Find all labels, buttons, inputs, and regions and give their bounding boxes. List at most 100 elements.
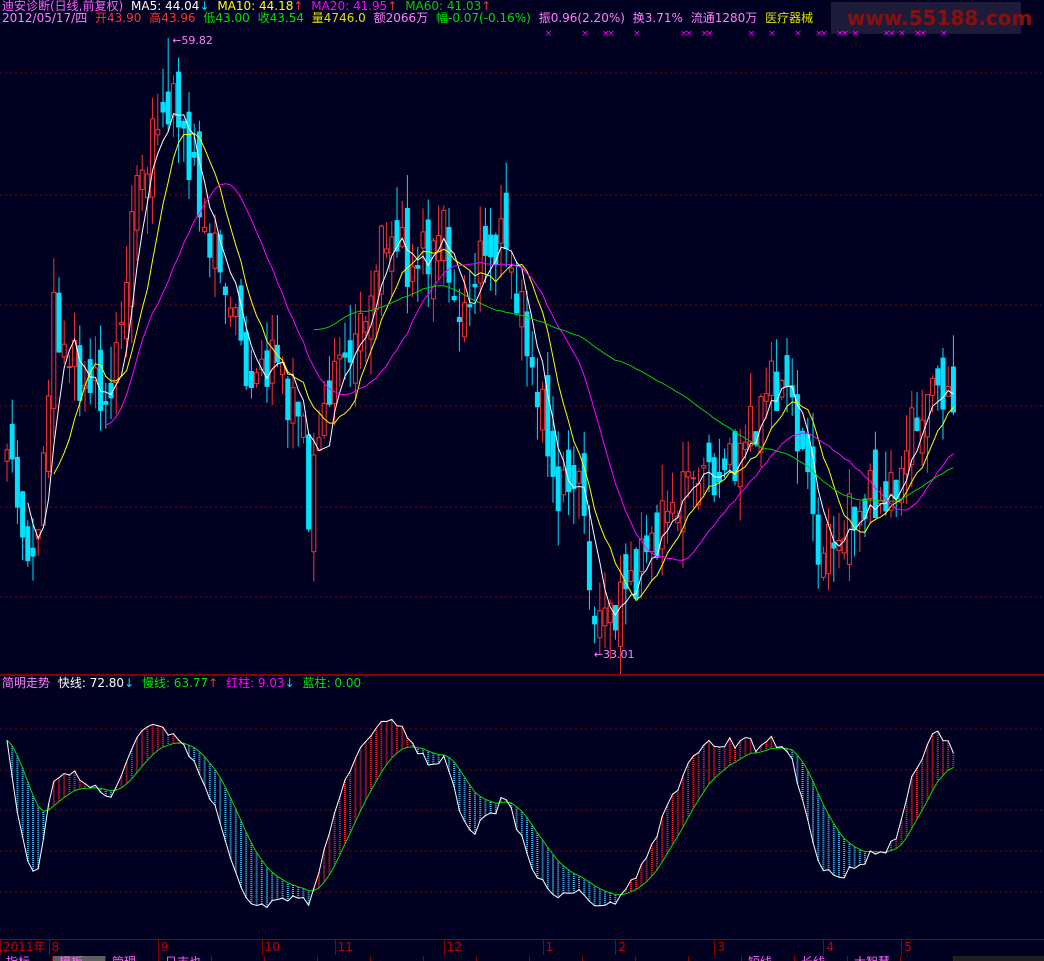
moving-averages [27, 112, 954, 617]
bottom-tab[interactable]: 管理 [106, 956, 159, 961]
month-label: 2 [615, 940, 626, 955]
candle-down [306, 434, 312, 530]
candle-down [524, 311, 530, 357]
bottom-tab[interactable] [424, 956, 477, 961]
candle-down [196, 131, 202, 218]
month-label: 8 [48, 940, 59, 955]
bottom-tab[interactable] [477, 956, 530, 961]
candle-down [415, 265, 421, 269]
candle-down [103, 401, 109, 405]
bottom-tab[interactable]: 长线 [795, 956, 848, 961]
candle-down [56, 292, 62, 353]
candle-up [867, 470, 873, 499]
signal-marker-icon: × [888, 29, 896, 39]
candle-down [108, 382, 114, 399]
candle-down [160, 102, 166, 113]
candle-down [222, 286, 228, 296]
signal-marker-icon: × [607, 29, 615, 39]
candle-up [40, 452, 46, 526]
candle-down [935, 368, 941, 386]
signal-marker-icon: × [898, 29, 906, 39]
signal-marker-icon: × [706, 29, 714, 39]
candle-down [633, 549, 639, 599]
bottom-tab[interactable] [530, 956, 583, 961]
signal-marker-icon: × [841, 29, 849, 39]
signal-marker-icon: × [633, 29, 641, 39]
candle-down [342, 352, 348, 358]
candle-up [420, 231, 426, 249]
candle-up [51, 291, 57, 410]
kline-chart[interactable]: × × ×× × ×× ×× × × × ×× ×× × ×× × ×× × ←59.82 ←33.01 [0, 0, 1044, 939]
candle-up [628, 570, 634, 582]
candle-down [529, 357, 535, 368]
candle-down [238, 285, 244, 341]
candle-down [20, 491, 26, 538]
candle-up [560, 469, 566, 496]
candle-up [618, 581, 624, 647]
candle-down [98, 349, 104, 411]
candle-up [363, 321, 369, 333]
signal-marker-icon: × [919, 29, 927, 39]
candle-up [909, 407, 915, 466]
bottom-tab[interactable] [583, 956, 636, 961]
candle-down [914, 417, 920, 431]
candle-down [9, 423, 15, 460]
signal-marker-icon: × [768, 29, 776, 39]
bottom-tab[interactable] [636, 956, 689, 961]
candle-down [784, 355, 790, 387]
candle-down [722, 458, 728, 471]
bottom-tab[interactable] [689, 956, 742, 961]
candle-up [384, 248, 390, 254]
candle-down [883, 481, 889, 512]
month-label: 2011年 [0, 940, 46, 955]
bottom-tab[interactable] [371, 956, 424, 961]
candle-up [311, 454, 317, 553]
candle-up [690, 477, 696, 480]
indicator-name[interactable]: 简明走势 [2, 676, 50, 690]
candle-down [706, 442, 712, 463]
candle-up [139, 169, 145, 191]
candle-up [300, 415, 306, 438]
candle-up [170, 83, 176, 117]
candle-down [326, 380, 332, 405]
candle-up [4, 449, 10, 462]
candle-down [207, 233, 213, 258]
bottom-tab[interactable] [212, 956, 265, 961]
bottom-tab[interactable]: 短线 [742, 956, 795, 961]
candle-down [165, 91, 171, 125]
bottom-tab-bar: 指标模板管理日志也 短线长线大智慧 [0, 956, 1044, 961]
candle-down [191, 151, 197, 158]
signal-marker-icon: × [820, 29, 828, 39]
candle-up [46, 395, 52, 472]
candle-up [576, 470, 582, 484]
candle-up [820, 552, 826, 578]
candle-down [30, 547, 36, 557]
candle-down [14, 456, 20, 508]
bottom-tab[interactable] [318, 956, 371, 961]
candle-up [332, 360, 338, 405]
candle-down [566, 449, 572, 493]
candle-up [337, 354, 343, 360]
ma20-line [105, 183, 954, 561]
candle-up [826, 523, 832, 575]
candle-down [472, 283, 478, 288]
signal-marker-icon: × [794, 29, 802, 39]
candle-down [592, 615, 598, 625]
candle-up [498, 218, 504, 244]
bottom-tab[interactable]: 模板 [53, 956, 106, 961]
bottom-tab[interactable] [265, 956, 318, 961]
slow-arrow-icon: ↑ [208, 676, 219, 690]
candle-up [202, 226, 208, 232]
bottom-tab[interactable] [901, 956, 954, 961]
bottom-tab[interactable]: 大智慧 [848, 956, 901, 961]
month-label: 1 [542, 940, 553, 955]
candle-down [176, 71, 182, 128]
candle-up [763, 393, 769, 402]
signal-marker-icon: × [940, 29, 948, 39]
bottom-tab[interactable]: 指标 [0, 956, 53, 961]
candle-up [670, 502, 676, 514]
signal-marker-icon: × [545, 29, 553, 39]
bottom-tab[interactable]: 日志也 [159, 956, 212, 961]
signal-marker-icon: × [685, 29, 693, 39]
candle-up [410, 266, 416, 282]
